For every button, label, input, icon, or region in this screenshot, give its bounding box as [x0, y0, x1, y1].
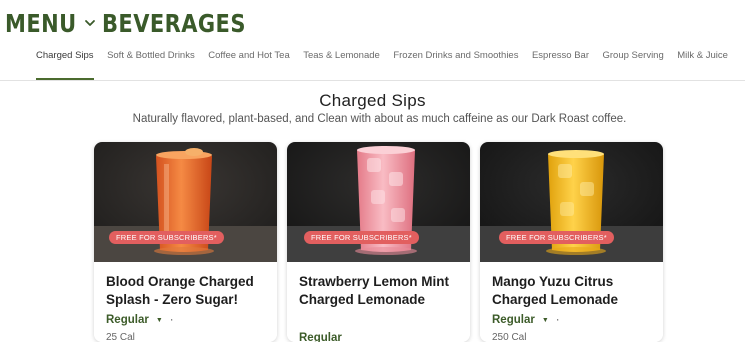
caret-down-icon: ▼: [155, 316, 163, 324]
size-selector[interactable]: Regular: [299, 332, 342, 342]
tab-soft-bottled-drinks[interactable]: Soft & Bottled Drinks: [107, 48, 195, 80]
subscriber-badge: FREE FOR SUBSCRIBERS*: [499, 231, 614, 244]
subscriber-badge: FREE FOR SUBSCRIBERS*: [304, 231, 419, 244]
subscriber-badge: FREE FOR SUBSCRIBERS*: [109, 231, 224, 244]
product-name[interactable]: Mango Yuzu Citrus Charged Lemonade: [492, 273, 657, 308]
product-card[interactable]: FREE FOR SUBSCRIBERS* Mango Yuzu Citrus …: [480, 142, 663, 342]
tab-coffee-hot-tea[interactable]: Coffee and Hot Tea: [208, 48, 290, 80]
tab-group-serving[interactable]: Group Serving: [603, 48, 664, 80]
product-name[interactable]: Strawberry Lemon Mint Charged Lemonade: [299, 273, 464, 308]
product-image: FREE FOR SUBSCRIBERS*: [287, 142, 470, 262]
product-card[interactable]: FREE FOR SUBSCRIBERS* Strawberry Lemon M…: [287, 142, 470, 342]
product-image: FREE FOR SUBSCRIBERS*: [480, 142, 663, 262]
separator-dot: ·: [555, 314, 560, 326]
size-selector[interactable]: Regular ▼ ·: [492, 314, 560, 326]
tab-frozen-drinks[interactable]: Frozen Drinks and Smoothies: [393, 48, 518, 80]
size-label: Regular: [492, 314, 535, 326]
section-subtitle: Naturally flavored, plant-based, and Cle…: [132, 113, 627, 125]
size-selector[interactable]: Regular ▼ ·: [106, 314, 174, 326]
site-header: MENU BEVERAGES Charged Sips Soft & Bottl…: [0, 0, 745, 81]
category-tabs: Charged Sips Soft & Bottled Drinks Coffe…: [36, 48, 741, 80]
size-label: Regular: [299, 332, 342, 342]
separator-dot: ·: [169, 314, 174, 326]
size-label: Regular: [106, 314, 149, 326]
product-info: Strawberry Lemon Mint Charged Lemonade R…: [287, 262, 470, 342]
section-title: Charged Sips: [319, 91, 426, 110]
chevron-down-icon[interactable]: [84, 17, 96, 29]
tab-milk-juice[interactable]: Milk & Juice: [677, 48, 728, 80]
tab-espresso-bar[interactable]: Espresso Bar: [532, 48, 589, 80]
caret-down-icon: ▼: [541, 316, 549, 324]
product-info: Mango Yuzu Citrus Charged Lemonade Regul…: [480, 262, 663, 342]
menu-label: MENU: [5, 8, 77, 38]
tab-charged-sips[interactable]: Charged Sips: [36, 48, 94, 80]
category-label: BEVERAGES: [102, 8, 247, 38]
product-card[interactable]: FREE FOR SUBSCRIBERS* Blood Orange Charg…: [94, 142, 277, 342]
product-name[interactable]: Blood Orange Charged Splash - Zero Sugar…: [106, 273, 271, 308]
tab-teas-lemonade[interactable]: Teas & Lemonade: [303, 48, 380, 80]
product-image: FREE FOR SUBSCRIBERS*: [94, 142, 277, 262]
menu-category-selector[interactable]: MENU BEVERAGES: [5, 6, 273, 40]
product-calories: 25 Cal: [106, 332, 135, 342]
product-info: Blood Orange Charged Splash - Zero Sugar…: [94, 262, 277, 342]
product-calories: 250 Cal: [492, 332, 527, 342]
